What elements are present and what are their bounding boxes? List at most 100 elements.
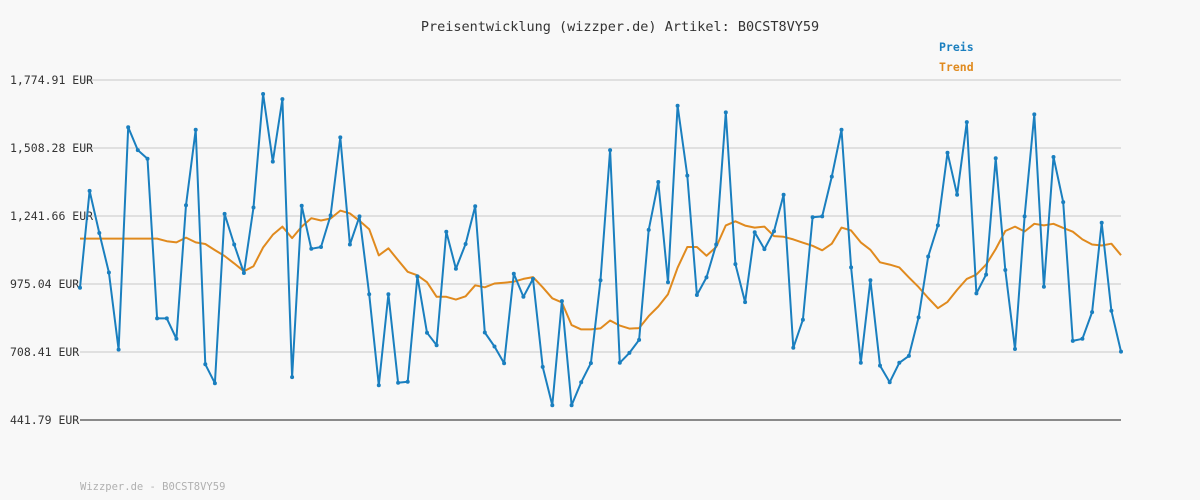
preis-point <box>1119 349 1123 354</box>
preis-point <box>820 214 825 219</box>
preis-point <box>906 353 911 358</box>
preis-point <box>78 285 82 290</box>
y-tick-label: 1,508.28 EUR <box>10 141 93 155</box>
preis-point <box>897 360 902 365</box>
preis-point <box>617 360 622 365</box>
preis-point <box>309 246 314 251</box>
preis-point <box>1099 220 1104 225</box>
preis-point <box>444 229 449 234</box>
preis-point <box>723 110 728 115</box>
preis-point <box>569 403 574 408</box>
preis-point <box>212 381 217 386</box>
preis-point <box>184 203 188 208</box>
preis-point <box>935 223 940 228</box>
preis-point <box>598 278 603 283</box>
preis-point <box>743 300 748 305</box>
preis-point <box>261 92 266 96</box>
preis-point <box>521 294 526 299</box>
preis-point <box>694 293 699 297</box>
preis-point <box>839 127 844 132</box>
preis-point <box>376 383 381 388</box>
grid-lines <box>80 79 1121 354</box>
preis-point <box>164 316 169 321</box>
preis-point <box>357 214 362 219</box>
series-lines <box>79 93 1122 407</box>
preis-point <box>1051 155 1056 159</box>
preis-point <box>974 291 979 296</box>
preis-point <box>203 362 208 367</box>
preis-point <box>984 272 989 277</box>
preis-point <box>646 227 651 232</box>
preis-point <box>463 242 468 246</box>
preis-point <box>627 350 632 355</box>
preis-point <box>531 276 535 281</box>
preis-point <box>473 204 478 209</box>
preis-point <box>1109 308 1114 313</box>
preis-point <box>752 230 757 235</box>
preis-point <box>993 156 998 161</box>
y-axis-ticks: 441.79 EUR 708.41 EUR 975.04 EUR 1,241.66 E… <box>10 73 93 427</box>
preis-point <box>1070 338 1075 343</box>
preis-point <box>675 103 680 108</box>
preis-point <box>559 299 564 304</box>
preis-point <box>386 292 391 297</box>
preis-point <box>126 125 131 130</box>
preis-point <box>328 213 333 218</box>
y-tick-label: 975.04 EUR <box>10 277 79 291</box>
preis-point <box>772 229 776 234</box>
preis-point <box>492 344 497 349</box>
preis-point <box>800 317 805 322</box>
preis-point <box>637 337 642 342</box>
preis-point <box>878 363 882 368</box>
preis-point <box>232 242 237 247</box>
preis-point <box>926 254 931 259</box>
preis-point <box>1090 310 1095 315</box>
preis-point <box>540 364 545 369</box>
preis-point <box>145 156 150 161</box>
series-points <box>78 92 1123 408</box>
preis-point <box>511 271 516 276</box>
preis-point <box>1003 268 1008 272</box>
preis-point <box>945 150 950 155</box>
preis-point <box>434 343 439 348</box>
preis-point <box>810 215 815 220</box>
preis-point <box>858 360 863 365</box>
preis-point <box>280 97 285 102</box>
preis-point <box>482 330 487 335</box>
preis-point <box>579 380 584 385</box>
preis-point <box>1022 214 1027 219</box>
preis-line <box>79 93 1122 407</box>
preis-point <box>1061 200 1066 205</box>
preis-point <box>868 278 873 283</box>
preis-point <box>685 173 690 178</box>
preis-point <box>97 231 102 235</box>
preis-point <box>405 379 410 384</box>
y-tick-label: 1,774.91 EUR <box>10 73 93 87</box>
preis-point <box>415 274 420 279</box>
footer-credit: Wizzper.de - B0CST8VY59 <box>80 481 226 493</box>
preis-point <box>916 315 921 320</box>
preis-point <box>396 380 401 385</box>
preis-point <box>453 266 458 271</box>
preis-point <box>251 205 256 210</box>
price-chart: 441.79 EUR 708.41 EUR 975.04 EUR 1,241.66 E… <box>10 73 1123 427</box>
preis-point <box>588 361 593 366</box>
preis-point <box>1080 336 1085 341</box>
preis-point <box>550 403 555 408</box>
preis-point <box>155 316 160 321</box>
preis-point <box>87 188 92 193</box>
preis-point <box>714 242 719 247</box>
preis-point <box>849 265 854 270</box>
preis-point <box>887 380 892 385</box>
preis-point <box>174 336 179 341</box>
preis-point <box>299 203 304 208</box>
preis-point <box>762 247 767 252</box>
preis-point <box>1032 112 1037 117</box>
preis-point <box>656 180 661 184</box>
preis-point <box>791 345 796 350</box>
preis-point <box>367 292 372 297</box>
y-tick-label: 441.79 EUR <box>10 413 79 427</box>
preis-point <box>270 159 275 164</box>
preis-point <box>319 245 323 249</box>
preis-point <box>338 135 343 140</box>
